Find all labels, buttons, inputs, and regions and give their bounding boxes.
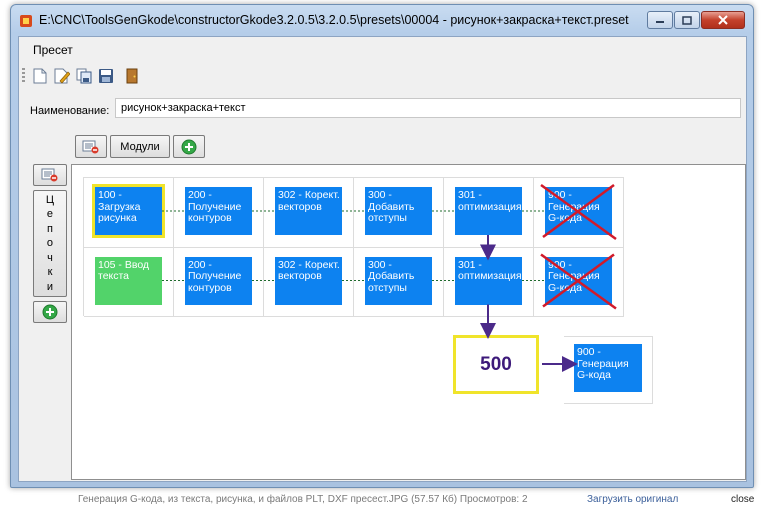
copy-icon[interactable] [75,67,93,85]
name-input[interactable] [115,98,741,118]
chain-1-node-3[interactable]: 302 - Корект. векторов [275,187,342,235]
chain-2-node-1[interactable]: 105 - Ввод текста [95,256,162,305]
edit-file-icon[interactable] [53,67,71,85]
image-caption: Генерация G-кода, из текста, рисунка, и … [0,494,765,508]
remove-list-icon [41,168,58,182]
modules-button[interactable]: Модули [110,135,170,158]
chain-1-node-4[interactable]: 300 - Добавить отступы [365,187,432,235]
minimize-button[interactable] [647,11,673,29]
menu-item-preset[interactable]: Пресет [33,43,73,57]
add-icon [42,304,58,320]
toolbar-grip[interactable] [22,68,25,84]
chain-canvas[interactable]: 100 - Загрузка рисунка 200 - Получение ко… [71,164,746,480]
window-client-area: Пресет Наименование: Модули [18,36,747,482]
chain-2-node-2[interactable]: 200 - Получение контуров [185,256,252,305]
maximize-button[interactable] [674,11,700,29]
close-icon [718,15,728,25]
add-chain-button[interactable] [33,301,67,323]
menu-bar: Пресет [19,37,746,61]
minimize-icon [656,21,664,23]
download-original-link[interactable]: Загрузить оригинал [587,494,678,505]
chain-2-node-6[interactable]: 900 - Генерация G-кода [545,256,612,305]
chain-1-node-1[interactable]: 100 - Загрузка рисунка [92,184,165,238]
chains-letter: ч [47,251,53,264]
name-label: Наименование: [30,105,110,117]
chains-letter: п [47,222,53,235]
window-title: E:\CNC\ToolsGenGkode\constructorGkode3.2… [39,13,629,27]
maximize-icon [682,15,692,25]
chain-1-node-6[interactable]: 900 - Генерация G-кода [545,187,612,235]
chain-grid [83,177,624,317]
app-icon [19,14,33,28]
caption-close-link[interactable]: close [731,494,754,505]
chains-button[interactable]: Ц е п о ч к и [33,190,67,297]
output-cell: 900 - Генерация G-кода [564,336,653,404]
remove-chain-button[interactable] [33,164,67,186]
caption-text: Генерация G-кода, из текста, рисунка, и … [78,494,528,505]
chains-letter: к [47,266,53,279]
toolbar [19,64,746,88]
exit-door-icon[interactable] [123,67,141,85]
close-button[interactable] [701,11,745,29]
add-icon [181,139,197,154]
chain-2-node-4[interactable]: 300 - Добавить отступы [365,256,432,305]
chain-2-node-5[interactable]: 301 - оптимизация [455,256,522,305]
chain-1-node-2[interactable]: 200 - Получение контуров [185,187,252,235]
chains-letter: о [46,237,54,250]
add-module-button[interactable] [173,135,205,158]
output-node-900[interactable]: 900 - Генерация G-кода [574,344,642,392]
chain-2-node-3[interactable]: 302 - Корект. векторов [275,256,342,305]
remove-module-button[interactable] [75,135,107,158]
chain-1-node-5[interactable]: 301 - оптимизация [455,187,522,235]
app-window: E:\CNC\ToolsGenGkode\constructorGkode3.2… [10,4,754,488]
chains-letter: е [46,208,54,221]
save-icon[interactable] [97,67,115,85]
new-file-icon[interactable] [31,67,49,85]
merge-node-500[interactable]: 500 [453,335,539,394]
chains-letter: и [46,280,54,293]
title-bar[interactable]: E:\CNC\ToolsGenGkode\constructorGkode3.2… [11,5,753,35]
remove-list-icon [82,140,99,153]
chains-letter: Ц [45,193,55,206]
